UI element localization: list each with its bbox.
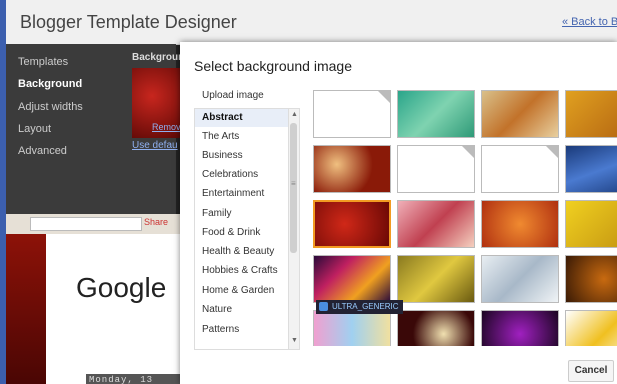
- category-food-drink[interactable]: Food & Drink: [195, 224, 294, 242]
- nav-item-advanced[interactable]: Advanced: [18, 145, 67, 157]
- category-nature[interactable]: Nature: [195, 301, 294, 319]
- category-celebrations[interactable]: Celebrations: [195, 166, 294, 184]
- tile-corner-icon: [378, 91, 390, 103]
- background-tile[interactable]: [481, 90, 559, 138]
- select-background-dialog: Select background image Upload image Abs…: [180, 42, 617, 384]
- background-tile[interactable]: [397, 310, 475, 346]
- background-tile[interactable]: [565, 310, 617, 346]
- nav-item-adjust-widths[interactable]: Adjust widths: [18, 101, 83, 113]
- background-tile[interactable]: [565, 145, 617, 193]
- scroll-up-icon[interactable]: ▲: [291, 111, 298, 118]
- category-family[interactable]: Family: [195, 205, 294, 223]
- category-health-beauty[interactable]: Health & Beauty: [195, 243, 294, 261]
- istock-icon: [319, 302, 328, 311]
- scrollbar-thumb[interactable]: [290, 123, 297, 253]
- category-the-arts[interactable]: The Arts: [195, 128, 294, 146]
- nav-item-background[interactable]: Background: [18, 78, 82, 90]
- header-bar: Blogger Template Designer « Back to B: [6, 0, 617, 45]
- background-tile[interactable]: [313, 90, 391, 138]
- background-tile-selected[interactable]: [313, 200, 391, 248]
- background-tile[interactable]: [565, 90, 617, 138]
- back-link[interactable]: « Back to B: [562, 16, 617, 28]
- background-tile[interactable]: [313, 145, 391, 193]
- background-tile[interactable]: [565, 255, 617, 303]
- background-tile[interactable]: [481, 310, 559, 346]
- nav-item-layout[interactable]: Layout: [18, 123, 51, 135]
- attribution-badge[interactable]: ULTRA_GENERIC: [316, 300, 403, 314]
- background-tile[interactable]: [397, 90, 475, 138]
- attribution-label: ULTRA_GENERIC: [332, 302, 399, 311]
- dialog-title: Select background image: [194, 58, 352, 74]
- navbar-search-input[interactable]: [30, 217, 142, 231]
- background-tile[interactable]: [481, 145, 559, 193]
- category-list: Abstract The Arts Business Celebrations …: [194, 108, 300, 350]
- background-tile[interactable]: [397, 200, 475, 248]
- upload-image-link[interactable]: Upload image: [202, 90, 264, 101]
- nav-item-templates[interactable]: Templates: [18, 56, 68, 68]
- cancel-button[interactable]: Cancel: [568, 360, 614, 382]
- category-abstract[interactable]: Abstract: [195, 109, 294, 127]
- category-business[interactable]: Business: [195, 147, 294, 165]
- background-tile[interactable]: [565, 200, 617, 248]
- use-default-link[interactable]: Use defau: [132, 140, 178, 151]
- scrollbar-grip-icon: ≡: [291, 179, 296, 188]
- blog-preview: Share Google Monday, 13 May: [6, 214, 181, 384]
- background-tile[interactable]: [481, 255, 559, 303]
- scroll-down-icon[interactable]: ▼: [291, 337, 298, 344]
- background-tile[interactable]: [313, 310, 391, 346]
- template-designer-window: Blogger Template Designer « Back to B Te…: [6, 0, 617, 384]
- background-tile[interactable]: [313, 255, 391, 303]
- category-scrollbar[interactable]: ▲ ≡ ▼: [288, 109, 299, 349]
- background-tile[interactable]: [397, 255, 475, 303]
- preview-background: [6, 234, 46, 384]
- preview-content-area: [46, 234, 181, 384]
- category-hobbies-crafts[interactable]: Hobbies & Crafts: [195, 262, 294, 280]
- background-panel-heading: Backgroun: [132, 52, 185, 63]
- app-title: Blogger Template Designer: [20, 12, 237, 32]
- category-home-garden[interactable]: Home & Garden: [195, 282, 294, 300]
- category-patterns[interactable]: Patterns: [195, 321, 294, 339]
- tile-corner-icon: [462, 146, 474, 158]
- preview-date-header: Monday, 13 May: [86, 374, 181, 384]
- category-entertainment[interactable]: Entertainment: [195, 185, 294, 203]
- tile-corner-icon: [546, 146, 558, 158]
- share-button[interactable]: Share: [144, 217, 168, 227]
- preview-blog-title: Google: [76, 272, 167, 303]
- background-tile[interactable]: [481, 200, 559, 248]
- blogger-navbar: Share: [6, 214, 181, 234]
- background-tile[interactable]: [397, 145, 475, 193]
